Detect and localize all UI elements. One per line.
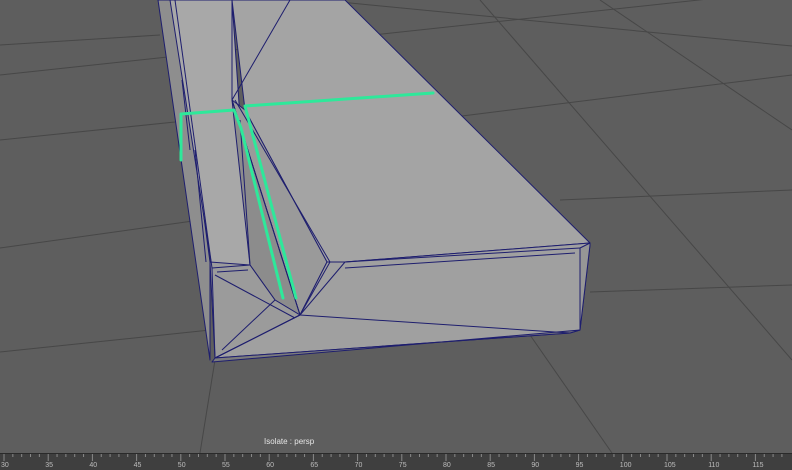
time-slider-tick-label: 65 [310, 462, 318, 469]
time-slider-tick-label: 110 [708, 462, 719, 469]
time-slider-tick-label: 85 [487, 462, 495, 469]
time-slider-tick-label: 115 [752, 462, 763, 469]
time-slider-ruler[interactable]: 30 35 40 45 50 55 60 65 70 75 80 85 90 95 100 105 110 115 [0, 454, 792, 470]
time-slider[interactable]: 30 35 40 45 50 55 60 65 70 75 80 85 90 95 100 105 110 115 [0, 453, 792, 470]
time-slider-tick-label: 75 [399, 462, 407, 469]
time-slider-tick-label: 45 [134, 462, 142, 469]
mesh-object[interactable] [157, 0, 591, 363]
time-slider-tick-label: 60 [266, 462, 274, 469]
time-slider-tick-label: 70 [355, 462, 363, 469]
time-slider-tick-label: 80 [443, 462, 451, 469]
time-slider-tick-label: 30 [1, 462, 9, 469]
time-slider-tick-label: 35 [45, 462, 53, 469]
camera-label: Isolate : persp [264, 437, 315, 446]
time-slider-tick-label: 105 [664, 462, 676, 469]
time-slider-tick-label: 40 [89, 462, 97, 469]
time-slider-tick-label: 95 [576, 462, 584, 469]
time-slider-tick-label: 90 [531, 462, 539, 469]
time-slider-tick-label: 55 [222, 462, 230, 469]
time-slider-tick-label: 100 [620, 462, 632, 469]
viewport-canvas[interactable] [0, 0, 792, 453]
perspective-viewport[interactable]: Isolate : persp [0, 0, 792, 453]
mesh-face-right-end [579, 242, 591, 331]
time-slider-tick-label: 50 [178, 462, 186, 469]
